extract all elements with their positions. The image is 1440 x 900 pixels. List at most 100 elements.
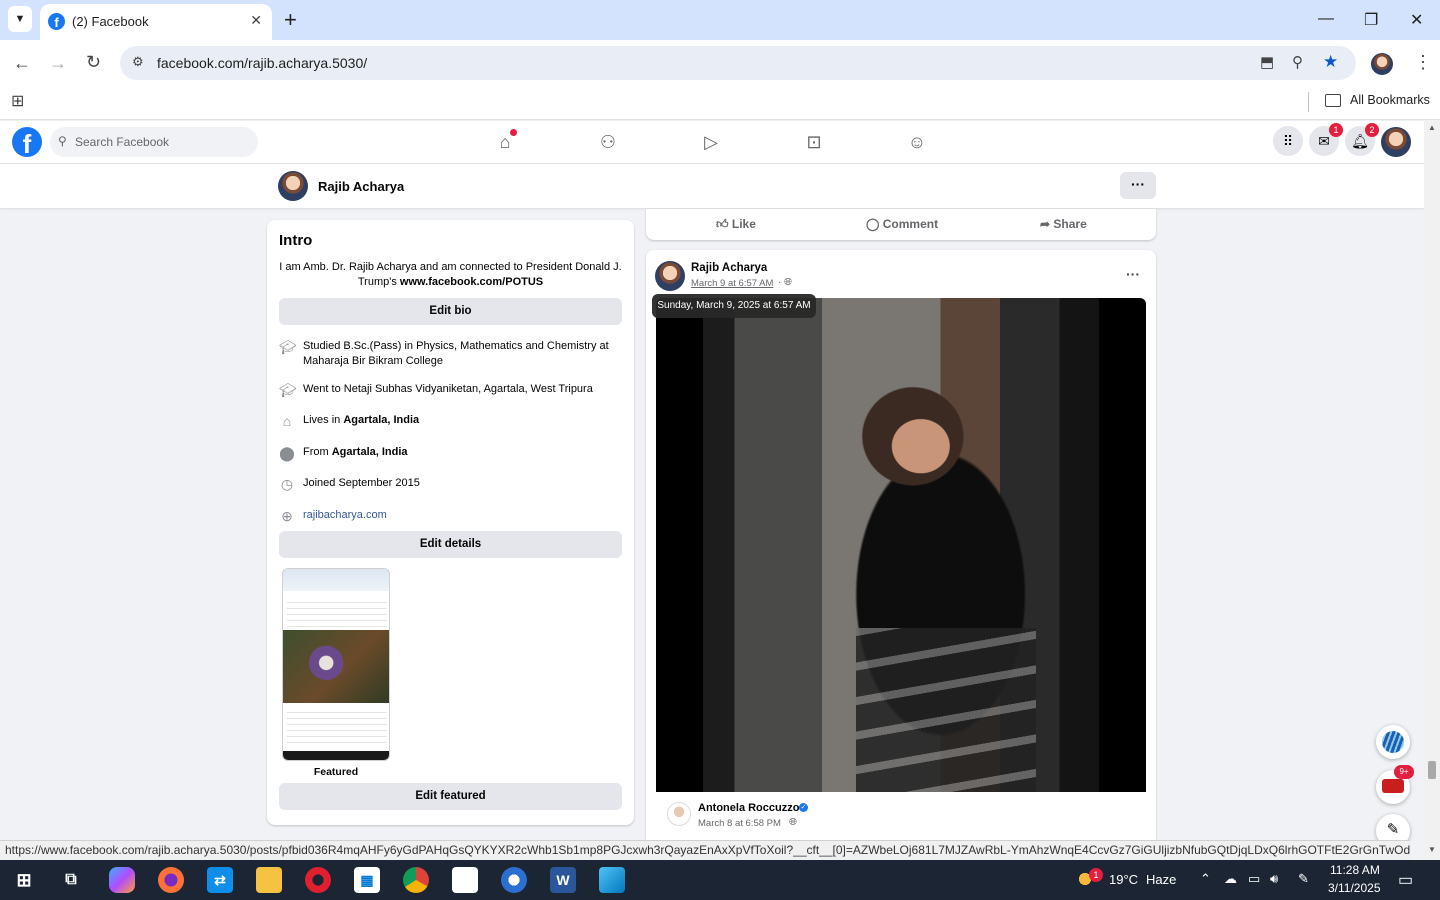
shared-author-avatar[interactable] (667, 802, 691, 826)
close-window-button[interactable]: ✕ (1410, 10, 1423, 30)
clock-date[interactable]: 3/11/2025 (1328, 881, 1381, 895)
post-photo[interactable] (656, 298, 1146, 792)
teamviewer-app-icon[interactable]: ⇄ (207, 867, 233, 893)
featured-thumbnail[interactable] (282, 568, 390, 761)
word-app-icon[interactable]: W (550, 867, 576, 893)
website-link[interactable]: rajibacharya.com (303, 508, 623, 523)
address-bar[interactable]: ⚙ facebook.com/rajib.acharya.5030/ ⬒ ⚲ ★ (120, 46, 1356, 80)
lives-place[interactable]: Agartala, India (343, 414, 419, 426)
edit-bio-button[interactable]: Edit bio (279, 298, 622, 325)
maximize-button[interactable]: ❐ (1364, 10, 1378, 30)
profile-name[interactable]: Rajib Acharya (318, 179, 404, 194)
messenger-badge: 1 (1329, 123, 1343, 137)
post-timestamp-separator: · (778, 277, 782, 288)
browser-toolbar: ← → ↻ ⚙ facebook.com/rajib.acharya.5030/… (0, 40, 1440, 86)
intro-card: Intro I am Amb. Dr. Rajib Acharya and am… (267, 220, 634, 825)
account-avatar[interactable] (1381, 127, 1411, 157)
onedrive-icon[interactable]: ☁ (1224, 871, 1237, 887)
post-author-avatar[interactable] (655, 261, 685, 291)
lives-text: Lives in Agartala, India (303, 413, 623, 428)
shared-author-name[interactable]: Antonela Roccuzzo (698, 802, 799, 814)
volume-icon[interactable]: 🔊︎ (1270, 871, 1278, 887)
reload-icon[interactable]: ↻ (86, 52, 101, 73)
menu-grid-button[interactable]: ⠿ (1273, 126, 1303, 156)
site-info-icon[interactable]: ⚙ (132, 54, 144, 70)
firefox-app-icon[interactable] (158, 867, 184, 893)
friends-nav-icon[interactable]: ⚇ (597, 131, 619, 153)
install-app-icon[interactable]: ⬒ (1260, 53, 1274, 71)
facebook-logo-icon[interactable]: f (12, 127, 42, 159)
chrome-profile-avatar[interactable] (1371, 53, 1393, 75)
bookmark-star-icon[interactable]: ★ (1323, 52, 1338, 72)
notifications-button[interactable]: 🔔︎ 2 (1345, 123, 1379, 156)
opera-app-icon[interactable] (305, 867, 331, 893)
comment-button[interactable]: ◯ Comment (866, 217, 938, 231)
microsoft-store-icon[interactable]: ▦ (354, 867, 380, 893)
weather-temp[interactable]: 19°C (1109, 872, 1138, 887)
post-more-button[interactable]: ··· (1126, 266, 1140, 282)
share-button[interactable]: ➦ Share (1040, 217, 1087, 231)
folder-icon (1325, 94, 1341, 107)
like-button[interactable]: 👍︎ Like (716, 217, 756, 232)
profile-more-button[interactable]: ··· (1120, 172, 1156, 199)
groups-nav-icon[interactable]: ☺ (906, 131, 928, 153)
bio-link[interactable]: www.facebook.com/POTUS (400, 276, 543, 288)
clock-time[interactable]: 11:28 AM (1330, 863, 1380, 877)
chrome-app-icon[interactable] (403, 867, 429, 893)
tab-search-icon[interactable]: ▼ (8, 6, 32, 32)
chrome-menu-icon[interactable]: ⋮ (1414, 52, 1432, 73)
messenger-button[interactable]: ✉ 1 (1309, 123, 1343, 156)
weather-badge: 1 (1089, 868, 1103, 882)
photos-app-icon[interactable] (599, 867, 625, 893)
edit-featured-button[interactable]: Edit featured (279, 783, 622, 810)
new-tab-button[interactable]: + (284, 7, 297, 33)
notepad-app-icon[interactable] (452, 867, 478, 893)
all-bookmarks-link[interactable]: All Bookmarks (1350, 93, 1430, 107)
forward-arrow-icon[interactable]: → (49, 53, 67, 74)
tab-facebook[interactable]: f (2) Facebook ✕ (40, 4, 272, 40)
profile-avatar[interactable] (278, 171, 308, 201)
copilot-app-icon[interactable] (109, 867, 135, 893)
edit-details-button[interactable]: Edit details (279, 531, 622, 558)
browser-tab-strip: ▼ f (2) Facebook ✕ + — ❐ ✕ (0, 0, 1440, 40)
video-nav-icon[interactable]: ▷ (700, 131, 722, 153)
windows-start-icon[interactable]: ⊞ (11, 867, 37, 893)
weather-desc[interactable]: Haze (1146, 872, 1176, 887)
graduation-cap-icon: 🎓︎ (279, 339, 297, 355)
post-author-name[interactable]: Rajib Acharya (691, 262, 767, 274)
file-explorer-icon[interactable] (256, 867, 282, 893)
tab-close-icon[interactable]: ✕ (250, 12, 262, 29)
marketplace-nav-icon[interactable]: ⊡ (803, 131, 825, 153)
home-notification-dot (510, 129, 517, 136)
facebook-search-input[interactable]: ⚲ Search Facebook (50, 127, 258, 157)
shared-timestamp[interactable]: March 8 at 6:58 PM (698, 818, 781, 829)
minimize-button[interactable]: — (1318, 10, 1334, 28)
scroll-down-arrow-icon[interactable]: ▼ (1428, 845, 1436, 854)
zoom-icon[interactable]: ⚲ (1292, 53, 1303, 71)
scroll-up-arrow-icon[interactable]: ▲ (1428, 123, 1436, 132)
page-scrollbar[interactable]: ▲ ▼ (1424, 121, 1440, 859)
network-icon[interactable]: ▭ (1248, 871, 1260, 887)
search-placeholder: Search Facebook (75, 135, 170, 149)
home-nav-icon[interactable]: ⌂ (494, 129, 517, 153)
location-pin-icon: ⬤ (279, 445, 295, 461)
featured-thumb-header (283, 569, 389, 591)
edge-sidebar-logo-icon[interactable] (1376, 725, 1410, 759)
comment-label: Comment (882, 217, 939, 231)
from-place[interactable]: Agartala, India (332, 446, 408, 458)
action-center-icon[interactable]: ▭ (1398, 870, 1413, 890)
task-view-icon[interactable]: ⧉ (58, 867, 84, 893)
post-timestamp[interactable]: March 9 at 6:57 AM (691, 278, 773, 289)
apps-grid-icon[interactable]: ⊞ (11, 91, 24, 111)
bookmarks-bar: ⊞ All Bookmarks (0, 86, 1440, 120)
url-text[interactable]: facebook.com/rajib.acharya.5030/ (157, 55, 367, 71)
back-arrow-icon[interactable]: ← (13, 53, 31, 74)
scrollbar-thumb[interactable] (1428, 761, 1436, 779)
school-text: Went to Netaji Subhas Vidyaniketan, Agar… (303, 383, 593, 395)
tray-chevron-icon[interactable]: ⌃ (1200, 871, 1211, 887)
featured-thumb-footer (283, 751, 389, 760)
facebook-favicon-icon: f (48, 13, 65, 30)
news-widget-icon[interactable]: 9+ (1376, 765, 1414, 804)
pen-icon[interactable]: ✎ (1298, 871, 1309, 887)
media-app-icon[interactable] (501, 867, 527, 893)
